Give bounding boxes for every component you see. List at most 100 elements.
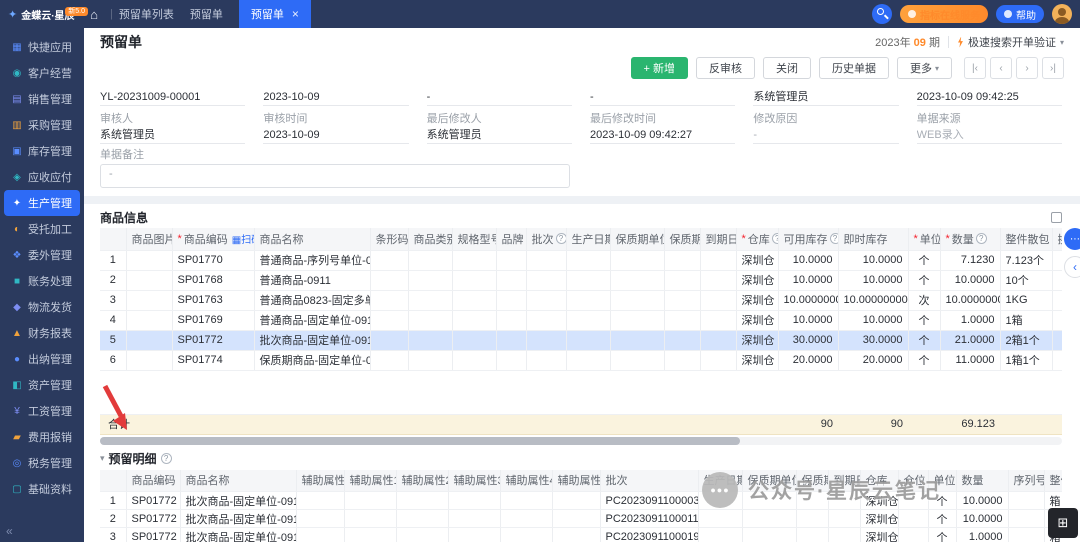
info-icon: ?	[830, 233, 839, 244]
available-stock-link[interactable]: 10.0000	[778, 250, 838, 270]
product-row[interactable]: 1SP01770普通商品-序列号单位-0911深圳仓10.000010.0000…	[100, 250, 1062, 270]
close-icon[interactable]: ×	[292, 7, 299, 21]
help-button[interactable]: 帮助	[996, 5, 1044, 23]
scan-icon[interactable]: ▦扫码	[232, 231, 254, 246]
sidebar-item-purchase[interactable]: ▥采购管理	[4, 112, 80, 138]
product-row[interactable]: 4SP01769普通商品-固定单位-0911深圳仓10.000010.0000个…	[100, 310, 1062, 330]
first-page-button[interactable]: |‹	[964, 57, 986, 79]
create-time-field: 2023-10-09 09:42:25	[917, 88, 1062, 106]
topbar: ✦ 金蝶云·星辰 新5.0 ⌂ | 预留单列表 预留单 预留单 × 指标在线服务…	[0, 0, 1080, 28]
sidebar-item-sales[interactable]: ▤销售管理	[4, 86, 80, 112]
online-service-button[interactable]: 指标在线服务	[900, 5, 988, 23]
watermark-logo-icon: ●●●	[702, 472, 738, 508]
sidebar-item-payroll[interactable]: ¥工资管理	[4, 398, 80, 424]
tab-reservation-active[interactable]: 预留单 ×	[239, 0, 311, 28]
sidebar-item-finreport[interactable]: ▲财务报表	[4, 320, 80, 346]
asset-icon: ◧	[11, 380, 23, 391]
toolbar: + 新增 反审核 关闭 历史单据 更多 ▾ |‹ ‹ › ›|	[100, 56, 1064, 80]
last-modifier-field: 最后修改人系统管理员	[427, 112, 572, 144]
sidebar-item-expense[interactable]: ▰费用报销	[4, 424, 80, 450]
sidebar-item-production[interactable]: ✦生产管理	[4, 190, 80, 216]
product-table-wrap: 商品图片*商品编码▦扫码商品名称条形码商品类别规格型号品牌批次?生产日期保质期单…	[100, 228, 1062, 435]
horizontal-scrollbar[interactable]	[100, 437, 1062, 445]
receivable-icon: ◈	[11, 172, 23, 183]
topbar-right: 指标在线服务 帮助	[872, 4, 1080, 24]
consign-icon: ◐	[11, 224, 23, 235]
field-4[interactable]: -	[590, 88, 735, 106]
unaudit-button[interactable]: 反审核	[696, 57, 755, 79]
panel-toggle-icon[interactable]: ‹	[1064, 256, 1080, 278]
scrollbar-thumb[interactable]	[100, 437, 740, 445]
last-page-button[interactable]: ›|	[1042, 57, 1064, 79]
detail-row[interactable]: 2SP01772批次商品-固定单位-0911PC2023091100011深圳仓…	[100, 510, 1062, 528]
doc-number-field[interactable]: YL-20231009-00001	[100, 88, 245, 106]
product-row[interactable]: 5SP01772批次商品-固定单位-0911深圳仓30.000030.0000个…	[100, 330, 1062, 350]
avatar[interactable]	[1052, 4, 1072, 24]
detail-section-header[interactable]: ▾ 预留明细 ?	[100, 451, 1064, 467]
sidebar-item-consign[interactable]: ◐受托加工	[4, 216, 80, 242]
purchase-icon: ▥	[11, 120, 23, 131]
report-icon: ▲	[11, 328, 23, 339]
accounting-period[interactable]: 2023年 09 期	[875, 34, 940, 50]
main-content: 预留单 2023年 09 期 极速搜索开单验证 ▾ + 新增 反审核 关闭 历史…	[84, 28, 1080, 542]
next-page-button[interactable]: ›	[1016, 57, 1038, 79]
expand-icon[interactable]	[1051, 212, 1062, 223]
available-stock-link[interactable]: 10.0000	[778, 310, 838, 330]
nav-item-reservation-list[interactable]: 预留单列表	[119, 6, 174, 22]
available-stock-link[interactable]: 10.0000	[778, 270, 838, 290]
product-row[interactable]: 6SP01774保质期商品-固定单位-0911深圳仓20.000020.0000…	[100, 350, 1062, 370]
headset-icon	[908, 10, 916, 18]
auditor-field: 审核人系统管理员	[100, 112, 245, 144]
info-icon: ?	[772, 233, 778, 244]
nav-item-reservation[interactable]: 预留单	[190, 6, 223, 22]
close-doc-button[interactable]: 关闭	[763, 57, 811, 79]
sidebar-item-quick-apps[interactable]: ▦快捷应用	[4, 34, 80, 60]
chevron-down-icon[interactable]: ▾	[100, 453, 105, 464]
sidebar-item-outsource[interactable]: ❖委外管理	[4, 242, 80, 268]
sidebar-item-asset[interactable]: ◧资产管理	[4, 372, 80, 398]
doc-source-field: 单据来源WEB录入	[917, 112, 1062, 144]
inventory-icon: ▣	[11, 146, 23, 157]
field-3[interactable]: -	[427, 88, 572, 106]
sidebar-item-tax[interactable]: ◎税务管理	[4, 450, 80, 476]
divider: |	[110, 8, 113, 20]
detail-row[interactable]: 3SP01772批次商品-固定单位-0911PC2023091100019深圳仓…	[100, 528, 1062, 542]
remark-label: 单据备注	[100, 148, 1062, 162]
product-total-row: 合计909069.123	[100, 414, 1062, 434]
quick-search-toggle[interactable]: 极速搜索开单验证 ▾	[957, 34, 1064, 50]
corner-widget-icon[interactable]: ⊞	[1048, 508, 1078, 538]
expense-icon: ▰	[11, 432, 23, 443]
logistics-icon: ◆	[11, 302, 23, 313]
sidebar-item-arap[interactable]: ◈应收应付	[4, 164, 80, 190]
watermark: ●●● 公众号·星辰云笔记	[702, 472, 941, 508]
sidebar-item-cashier[interactable]: ●出纳管理	[4, 346, 80, 372]
product-section-header: 商品信息	[100, 209, 1062, 225]
collapse-sidebar-icon[interactable]: «	[6, 524, 13, 538]
sidebar-item-logistics[interactable]: ◆物流发货	[4, 294, 80, 320]
info-icon: ?	[556, 233, 567, 244]
sidebar-item-basedata[interactable]: ▢基础资料	[4, 476, 80, 502]
question-icon	[1004, 10, 1012, 18]
sidebar-item-customer[interactable]: ◉客户经营	[4, 60, 80, 86]
remark-input[interactable]: -	[100, 164, 570, 188]
product-row[interactable]: 2SP01768普通商品-0911深圳仓10.000010.0000个10.00…	[100, 270, 1062, 290]
history-button[interactable]: 历史单据	[819, 57, 889, 79]
sidebar-item-inventory[interactable]: ▣库存管理	[4, 138, 80, 164]
doc-date-field[interactable]: 2023-10-09	[263, 88, 408, 106]
available-stock-link[interactable]: 20.0000	[778, 350, 838, 370]
search-icon[interactable]	[872, 4, 892, 24]
product-row[interactable]: 3SP01763普通商品0823-固定多单位深圳仓10.0000000...10…	[100, 290, 1062, 310]
document-header-form: YL-20231009-00001 2023-10-09 - - 系统管理员 2…	[100, 88, 1062, 188]
more-button[interactable]: 更多 ▾	[897, 57, 952, 79]
basedata-icon: ▢	[11, 484, 23, 495]
prev-page-button[interactable]: ‹	[990, 57, 1012, 79]
divider	[948, 36, 949, 48]
info-icon: ?	[976, 233, 987, 244]
feedback-icon[interactable]: ⋯	[1064, 228, 1080, 250]
sidebar-item-accounting[interactable]: ■账务处理	[4, 268, 80, 294]
available-stock-link[interactable]: 10.0000000...	[778, 290, 838, 310]
watermark-text: 公众号·星辰云笔记	[748, 475, 941, 505]
modify-reason-field: 修改原因-	[753, 112, 898, 144]
available-stock-link[interactable]: 30.0000	[778, 330, 838, 350]
add-button[interactable]: + 新增	[631, 57, 688, 79]
